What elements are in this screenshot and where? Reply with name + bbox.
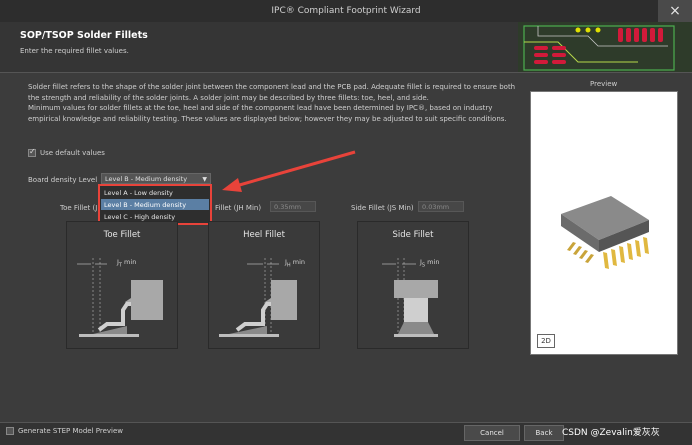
close-button[interactable]: × xyxy=(658,0,692,22)
cancel-button[interactable]: Cancel xyxy=(464,425,520,441)
page-subtitle: Enter the required fillet values. xyxy=(20,47,129,55)
ic-package-3d-icon xyxy=(561,196,649,269)
step-preview-row[interactable]: Generate STEP Model Preview xyxy=(6,427,123,435)
chevron-down-icon: ▼ xyxy=(202,176,207,183)
heel-fillet-input[interactable]: 0.35mm xyxy=(270,201,316,212)
description-line: Minimum values for solder fillets at the… xyxy=(28,104,493,112)
use-default-label: Use default values xyxy=(40,149,105,157)
description-line: empirical knowledge and reliability test… xyxy=(28,114,507,123)
description-line: the strength and reliability of the sold… xyxy=(28,93,429,102)
toe-fillet-diagram-icon xyxy=(77,258,163,337)
heel-fillet-panel: Heel Fillet JH min xyxy=(208,221,320,349)
close-icon: × xyxy=(669,3,681,19)
step-preview-label: Generate STEP Model Preview xyxy=(18,427,123,435)
density-dropdown-list: Level A - Low density Level B - Medium d… xyxy=(98,184,212,225)
toe-fillet-panel: Toe Fillet JT min xyxy=(66,221,178,349)
back-button[interactable]: Back xyxy=(524,425,564,441)
toe-fillet-label: Toe Fillet (J xyxy=(60,204,98,212)
watermark-text: CSDN @Zevalin爱灰灰 xyxy=(562,428,660,438)
density-select[interactable]: Level B - Medium density ▼ xyxy=(101,173,211,184)
view-2d-button[interactable]: 2D xyxy=(537,334,555,348)
side-fillet-input[interactable]: 0.03mm xyxy=(418,201,464,212)
description-text: Solder fillet refers to the shape of the… xyxy=(28,82,516,124)
pcb-decoration-icon xyxy=(518,22,692,72)
side-fillet-panel: Side Fillet JS min xyxy=(357,221,469,349)
heel-fillet-label: Fillet (JH Min) xyxy=(215,204,262,212)
preview-label: Preview xyxy=(590,80,618,88)
use-default-checkbox[interactable] xyxy=(28,147,36,157)
wizard-header: SOP/TSOP Solder Fillets Enter the requir… xyxy=(0,22,692,72)
header-divider xyxy=(0,72,692,73)
window-title: IPC® Compliant Footprint Wizard xyxy=(271,6,421,16)
side-fillet-label: Side Fillet (JS Min) xyxy=(351,204,414,212)
description-line: Solder fillet refers to the shape of the… xyxy=(28,83,516,91)
page-title: SOP/TSOP Solder Fillets xyxy=(20,30,148,41)
heel-dim-label: JH min xyxy=(285,258,306,269)
density-selected-value: Level B - Medium density xyxy=(105,174,188,183)
window-titlebar: IPC® Compliant Footprint Wizard × xyxy=(0,0,692,22)
toe-dim-label: JT min xyxy=(117,258,137,269)
side-fillet-diagram-icon xyxy=(382,258,438,337)
density-label: Board density Level xyxy=(28,176,98,184)
preview-viewport[interactable]: 2D xyxy=(530,91,678,355)
use-default-row[interactable]: Use default values xyxy=(28,147,105,157)
step-preview-checkbox[interactable] xyxy=(6,427,14,435)
density-option-a[interactable]: Level A - Low density xyxy=(101,187,209,198)
side-dim-label: JS min xyxy=(420,258,440,269)
heel-fillet-diagram-icon xyxy=(219,258,297,337)
density-option-b[interactable]: Level B - Medium density xyxy=(101,199,209,210)
